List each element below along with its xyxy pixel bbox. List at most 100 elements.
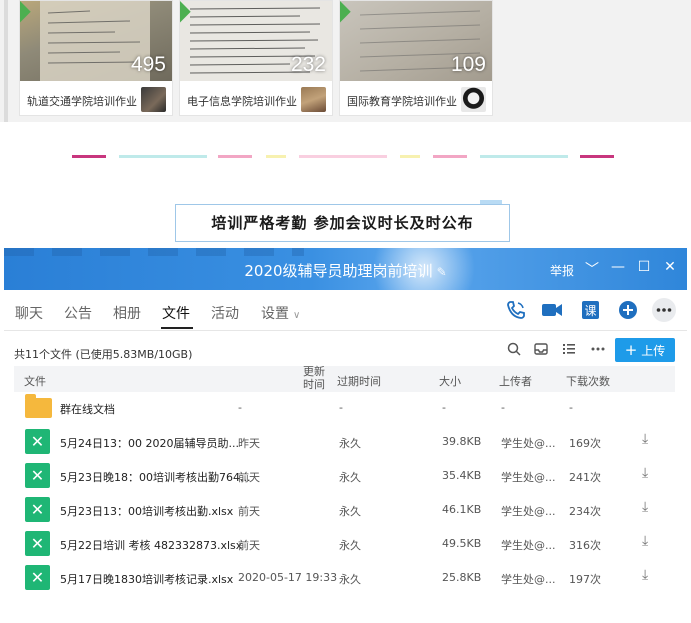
file-downloads: - [569,401,573,414]
group-chat-window: 2020级辅导员助理岗前培训 ✎ 举报 ﹀ — ☐ ✕ 聊天 公告 相册 文件 活… [4,248,687,623]
tab-settings[interactable]: 设置 ∨ [261,303,300,323]
excel-icon: ✕ [25,565,50,590]
column-file[interactable]: 文件 [24,373,46,389]
more-icon[interactable] [590,342,606,356]
excel-icon: ✕ [25,497,50,522]
album-card[interactable]: 232 电子信息学院培训作业 [179,0,333,116]
plus-icon: + [624,341,638,359]
tab-announcement[interactable]: 公告 [64,303,92,323]
svg-text:课: 课 [584,304,596,318]
tab-album[interactable]: 相册 [113,303,141,323]
column-expire[interactable]: 过期时间 [337,373,381,389]
album-photo-count: 495 [130,53,166,76]
file-row[interactable]: ✕ 5月24日13：00 2020届辅导员助... 昨天 永久 39.8KB 学… [14,425,675,459]
upload-label: 上传 [641,344,666,358]
file-expire: 永久 [339,437,361,450]
divider-segment [433,155,467,158]
file-name: 5月23日晚18：00培训考核出勤764... [60,471,251,484]
minimize-button[interactable]: — [610,259,626,275]
album-photo-count: 232 [290,53,326,76]
file-uploader: 学生处@... [501,437,556,450]
active-tab-indicator [161,327,193,329]
phone-icon[interactable] [505,300,527,320]
file-updated: 昨天 [238,437,260,450]
divider-segment [72,155,106,158]
tab-files[interactable]: 文件 [162,303,190,323]
plus-circle-icon[interactable] [617,300,639,320]
file-updated: 前天 [238,539,260,552]
upload-button[interactable]: + 上传 [615,338,675,362]
file-size: 49.5KB [442,537,482,550]
file-table-header: 文件 更新时间 过期时间 大小 上传者 下载次数 [14,365,675,392]
file-downloads: 197次 [569,573,601,586]
file-updated: 前天 [238,471,260,484]
album-strip: 495 轨道交通学院培训作业 232 电子信息学院培训作业 109 国际教育学院… [0,0,691,122]
tab-chat[interactable]: 聊天 [15,303,43,323]
download-icon[interactable]: ⤓ [642,431,648,447]
group-name: 2020级辅导员助理岗前培训 [244,262,433,280]
album-cover-photo[interactable]: 495 [20,1,172,81]
file-size: 35.4KB [442,469,482,482]
window-titlebar[interactable]: 2020级辅导员助理岗前培训 ✎ 举报 ﹀ — ☐ ✕ [4,248,687,318]
chevron-down-icon[interactable]: ﹀ [584,259,600,279]
report-button[interactable]: 举报 [550,262,574,279]
video-icon[interactable] [541,300,563,320]
tab-bar: 聊天 公告 相册 文件 活动 设置 ∨ 课 [4,290,687,331]
titlebar-shadow [4,248,304,256]
file-summary: 共11个文件 (已使用5.83MB/10GB) [14,348,193,361]
file-row-folder[interactable]: 群在线文档 - - - - - [14,391,675,425]
file-row[interactable]: ✕ 5月22日培训 考核 482332873.xlsx 前天 永久 49.5KB… [14,527,675,561]
excel-icon: ✕ [25,531,50,556]
inbox-icon[interactable] [534,342,548,356]
excel-icon: ✕ [25,463,50,488]
file-name: 5月22日培训 考核 482332873.xlsx [60,539,243,552]
file-row[interactable]: ✕ 5月23日13：00培训考核出勤.xlsx 前天 永久 46.1KB 学生处… [14,493,675,527]
file-row[interactable]: ✕ 5月17日晚1830培训考核记录.xlsx 2020-05-17 19:33… [14,561,675,595]
file-name: 群在线文档 [60,403,115,416]
folder-icon [25,394,52,418]
file-downloads: 234次 [569,505,601,518]
column-uploader[interactable]: 上传者 [499,373,532,389]
album-cover-photo[interactable]: 232 [180,1,332,81]
download-icon[interactable]: ⤓ [642,533,648,549]
file-name: 5月24日13：00 2020届辅导员助... [60,437,239,450]
download-icon[interactable]: ⤓ [642,499,648,515]
file-updated: - [238,401,242,414]
file-downloads: 316次 [569,539,601,552]
download-icon[interactable]: ⤓ [642,465,648,481]
column-downloads[interactable]: 下载次数 [566,373,610,389]
divider-segment [299,155,387,158]
divider-segment [480,155,568,158]
search-icon[interactable] [507,342,521,356]
album-card[interactable]: 495 轨道交通学院培训作业 [19,0,173,116]
course-icon[interactable]: 课 [580,300,602,320]
file-expire: - [339,401,343,414]
list-view-icon[interactable] [562,342,576,356]
uploader-avatar [301,87,326,112]
album-photo-count: 109 [450,53,486,76]
file-row[interactable]: ✕ 5月23日晚18：00培训考核出勤764... 前天 永久 35.4KB 学… [14,459,675,493]
file-uploader: 学生处@... [501,471,556,484]
maximize-button[interactable]: ☐ [636,259,652,275]
divider-segment [580,155,614,158]
album-cover-photo[interactable]: 109 [340,1,492,81]
uploader-avatar [461,87,486,112]
download-icon[interactable]: ⤓ [642,567,648,583]
divider-segment [119,155,207,158]
chevron-down-icon: ∨ [293,310,301,321]
close-button[interactable]: ✕ [662,259,678,275]
file-size: 25.8KB [442,571,482,584]
excel-icon: ✕ [25,429,50,454]
file-expire: 永久 [339,471,361,484]
divider-segment [218,155,252,158]
file-uploader: - [501,401,505,414]
album-card[interactable]: 109 国际教育学院培训作业 [339,0,493,116]
album-title: 国际教育学院培训作业 [347,95,457,108]
tab-activity[interactable]: 活动 [211,303,239,323]
column-updated[interactable]: 更新时间 [303,365,327,391]
column-size[interactable]: 大小 [439,373,461,389]
edit-icon[interactable]: ✎ [437,265,447,279]
divider-segment [266,155,286,158]
more-icon[interactable] [651,297,677,323]
file-name: 5月17日晚1830培训考核记录.xlsx [60,573,234,586]
